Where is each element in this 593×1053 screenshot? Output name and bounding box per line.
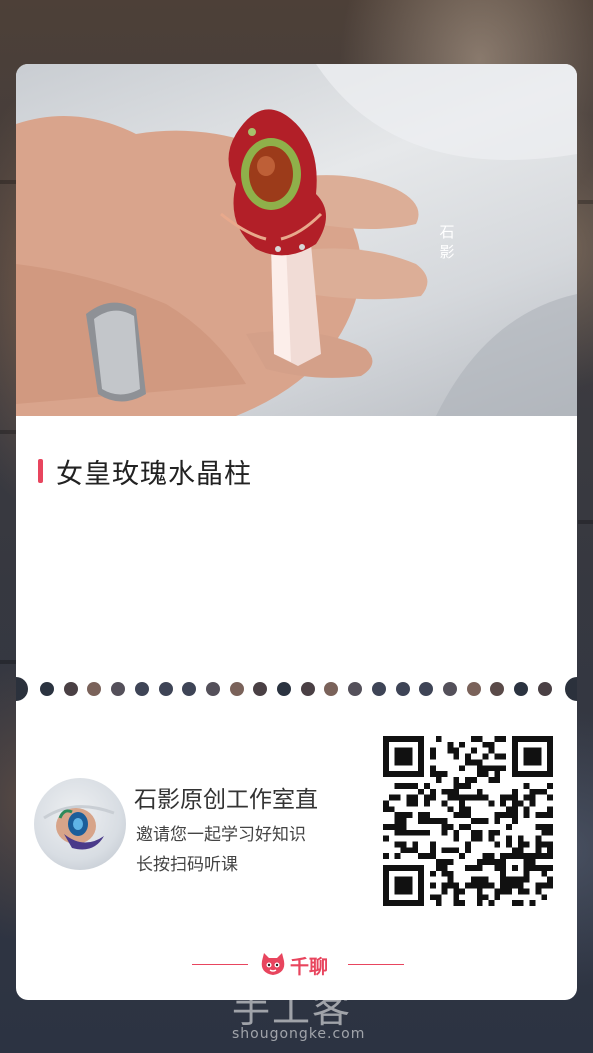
- perforation-dots: [40, 681, 560, 697]
- brand-footer: 千聊: [188, 949, 408, 979]
- perforation-dot: [514, 682, 528, 696]
- site-watermark-name: 手工客: [232, 987, 353, 1031]
- perforation-dot: [134, 682, 149, 696]
- ticket-notch-right: [565, 677, 577, 701]
- perforation-dot: [63, 682, 78, 696]
- perforation-dot: [229, 682, 244, 696]
- perforation-dot: [87, 682, 102, 696]
- title-accent-bar: [38, 459, 43, 483]
- perforation-dot: [419, 682, 434, 696]
- perforation-dot: [348, 682, 363, 696]
- brand-divider-left: [192, 964, 248, 965]
- invite-text: 邀请您一起学习好知识: [136, 825, 306, 845]
- share-poster-card: 石影 女皇玫瑰水晶柱 石影原创工作室直 邀请您一起学习好知识 长按扫码听课 千聊: [16, 64, 577, 1000]
- ticket-notch-left: [16, 677, 28, 701]
- perforation-dot: [300, 682, 315, 696]
- host-name: 石影原创工作室直: [134, 787, 318, 813]
- brand-name: 千聊: [290, 956, 329, 978]
- perforation-dot: [395, 682, 410, 696]
- perforation-dot: [537, 682, 552, 696]
- perforation-dot: [182, 682, 197, 696]
- host-avatar: [34, 778, 126, 870]
- qr-code-icon[interactable]: [383, 736, 553, 906]
- product-title: 女皇玫瑰水晶柱: [56, 458, 252, 490]
- perforation-dot: [253, 682, 268, 696]
- perforation-dot: [324, 682, 339, 696]
- perforation-dot: [111, 682, 126, 696]
- site-watermark-url: shougongke.com: [232, 1026, 366, 1042]
- product-title-row: 女皇玫瑰水晶柱: [38, 456, 252, 490]
- perforation-dot: [205, 682, 220, 696]
- perforation-dot: [371, 682, 386, 696]
- brand-divider-right: [348, 964, 404, 965]
- perforation-dot: [158, 682, 173, 696]
- qianliao-mascot-icon: [261, 953, 285, 975]
- perforation-dot: [490, 682, 505, 696]
- perforation-dot: [40, 682, 54, 696]
- perforation-dot: [442, 682, 457, 696]
- product-photo-illustration: [16, 64, 577, 416]
- perforation-dot: [277, 682, 291, 696]
- photo-watermark: 石影: [439, 223, 455, 261]
- product-photo: 石影: [16, 64, 577, 416]
- perforation-dot: [466, 682, 481, 696]
- scan-hint: 长按扫码听课: [136, 855, 238, 875]
